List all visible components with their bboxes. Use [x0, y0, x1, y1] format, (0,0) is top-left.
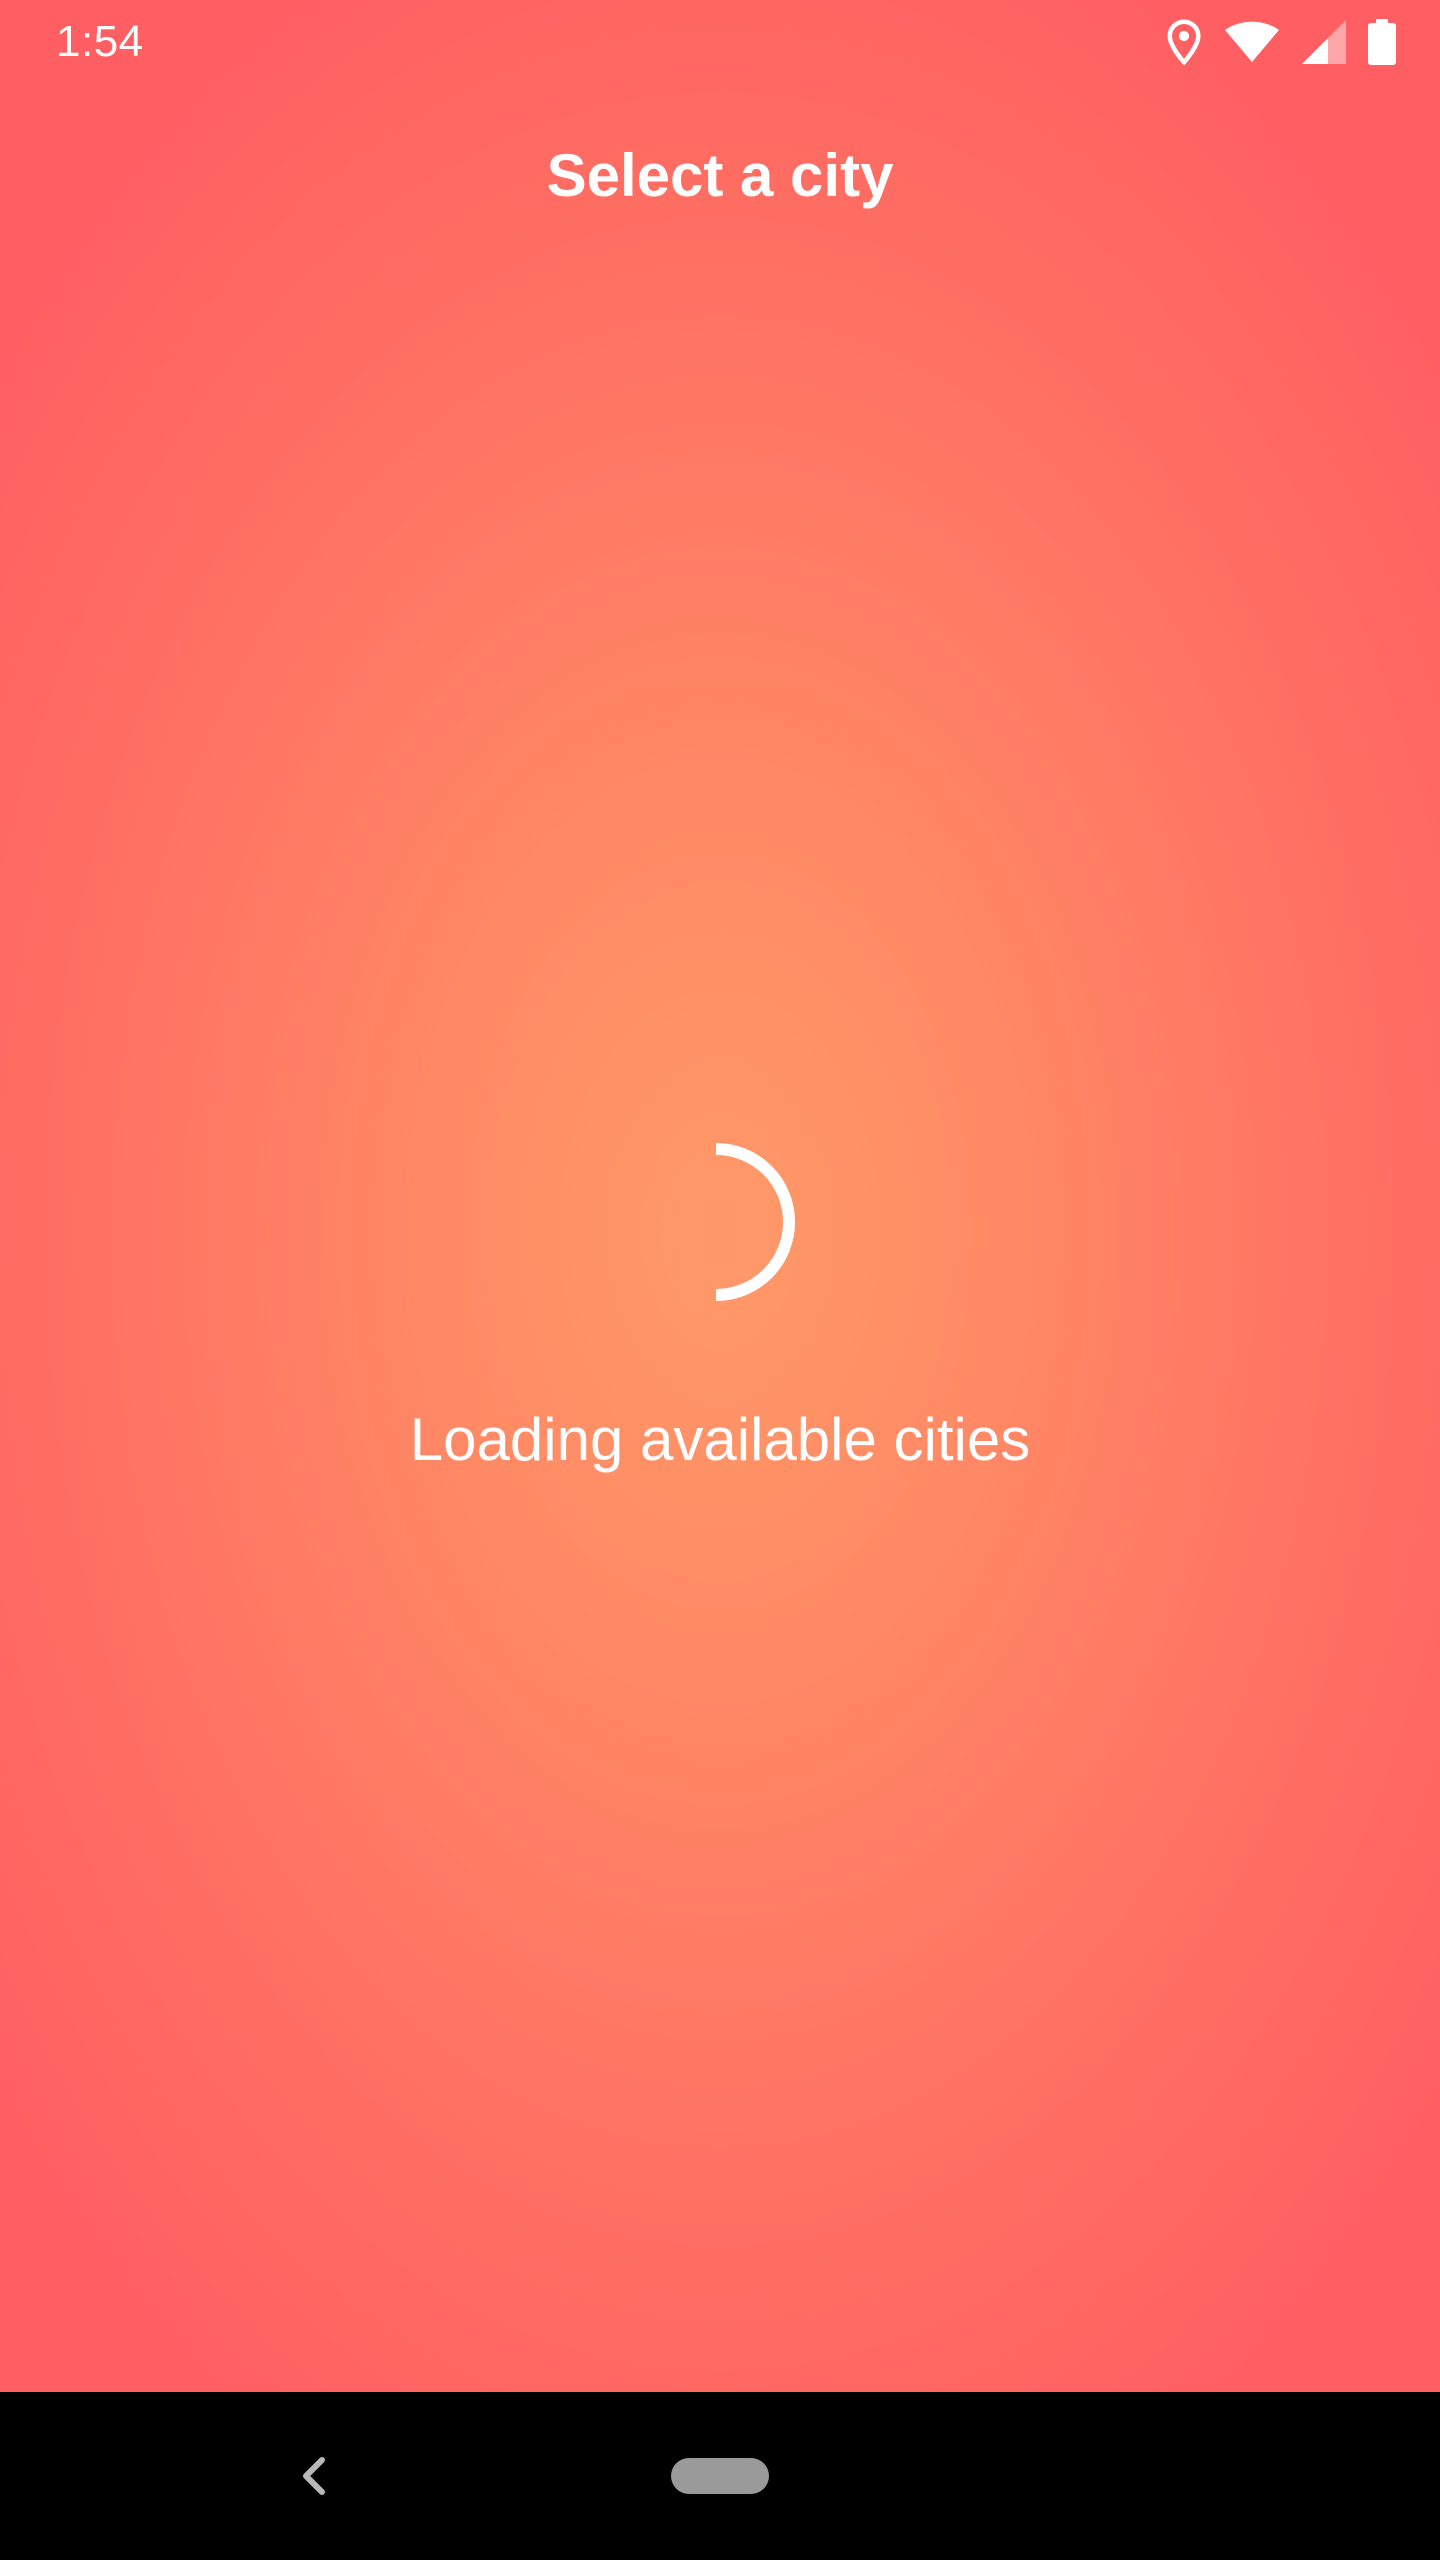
- battery-icon: [1368, 19, 1396, 65]
- location-icon: [1166, 19, 1202, 65]
- home-button[interactable]: [671, 2458, 769, 2494]
- app-background: 1:54 Select a city Loading available cit…: [0, 0, 1440, 2392]
- loading-message: Loading available cities: [409, 1406, 1031, 1473]
- status-time: 1:54: [56, 17, 144, 66]
- screen: 1:54 Select a city Loading available cit…: [0, 0, 1440, 2560]
- back-icon[interactable]: [284, 2446, 344, 2506]
- status-bar: 1:54: [0, 0, 1440, 84]
- cell-signal-icon: [1302, 20, 1346, 64]
- navigation-bar: [0, 2392, 1440, 2560]
- loading-spinner-icon: [715, 1143, 795, 1301]
- status-icons: [1166, 18, 1396, 66]
- wifi-icon: [1224, 21, 1280, 63]
- page-title: Select a city: [546, 142, 894, 209]
